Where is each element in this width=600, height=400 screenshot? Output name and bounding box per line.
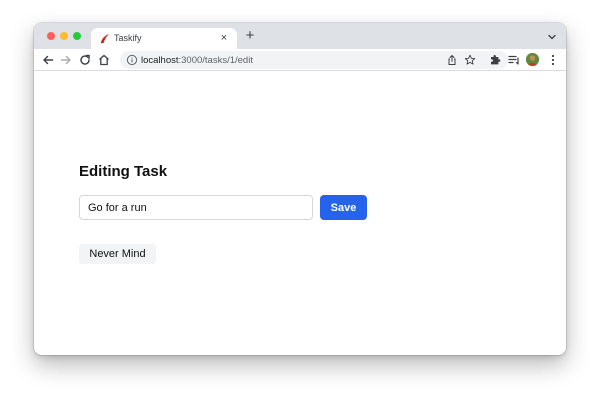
minimize-window-button[interactable]	[60, 32, 68, 40]
page-content: Editing Task Save Never Mind	[34, 71, 566, 355]
never-mind-button[interactable]: Never Mind	[79, 244, 156, 264]
avatar-image	[526, 53, 539, 66]
maximize-window-button[interactable]	[73, 32, 81, 40]
reading-list-icon[interactable]	[507, 53, 521, 67]
tab-taskify[interactable]: Taskify ×	[91, 28, 237, 49]
page-title: Editing Task	[79, 163, 168, 180]
chevron-down-icon[interactable]	[546, 31, 558, 43]
tab-title: Taskify	[114, 33, 142, 43]
extensions-icon[interactable]	[488, 53, 502, 67]
forward-icon[interactable]	[59, 53, 73, 67]
address-bar[interactable]: localhost:3000/tasks/1/edit	[120, 51, 508, 69]
save-button[interactable]: Save	[320, 195, 367, 220]
new-tab-button[interactable]: +	[242, 28, 258, 44]
url-path: :3000/tasks/1/edit	[178, 55, 253, 66]
profile-avatar[interactable]	[526, 53, 539, 66]
home-icon[interactable]	[97, 53, 111, 67]
close-window-button[interactable]	[47, 32, 55, 40]
url-text: localhost:3000/tasks/1/edit	[141, 55, 253, 66]
tab-close-icon[interactable]: ×	[218, 31, 230, 45]
back-icon[interactable]	[41, 53, 55, 67]
info-icon[interactable]	[126, 54, 138, 66]
bookmark-star-icon[interactable]	[464, 54, 476, 66]
browser-window: Taskify × + localhost:3000/tasks/1/edit …	[34, 23, 566, 355]
browser-toolbar: localhost:3000/tasks/1/edit	[34, 49, 566, 71]
taskify-favicon-icon	[100, 33, 110, 44]
task-name-input[interactable]	[79, 195, 313, 220]
share-icon[interactable]	[446, 54, 458, 66]
url-host: localhost	[141, 55, 179, 66]
reload-icon[interactable]	[78, 53, 92, 67]
tab-strip: Taskify × +	[34, 23, 566, 49]
menu-icon[interactable]	[546, 53, 560, 67]
